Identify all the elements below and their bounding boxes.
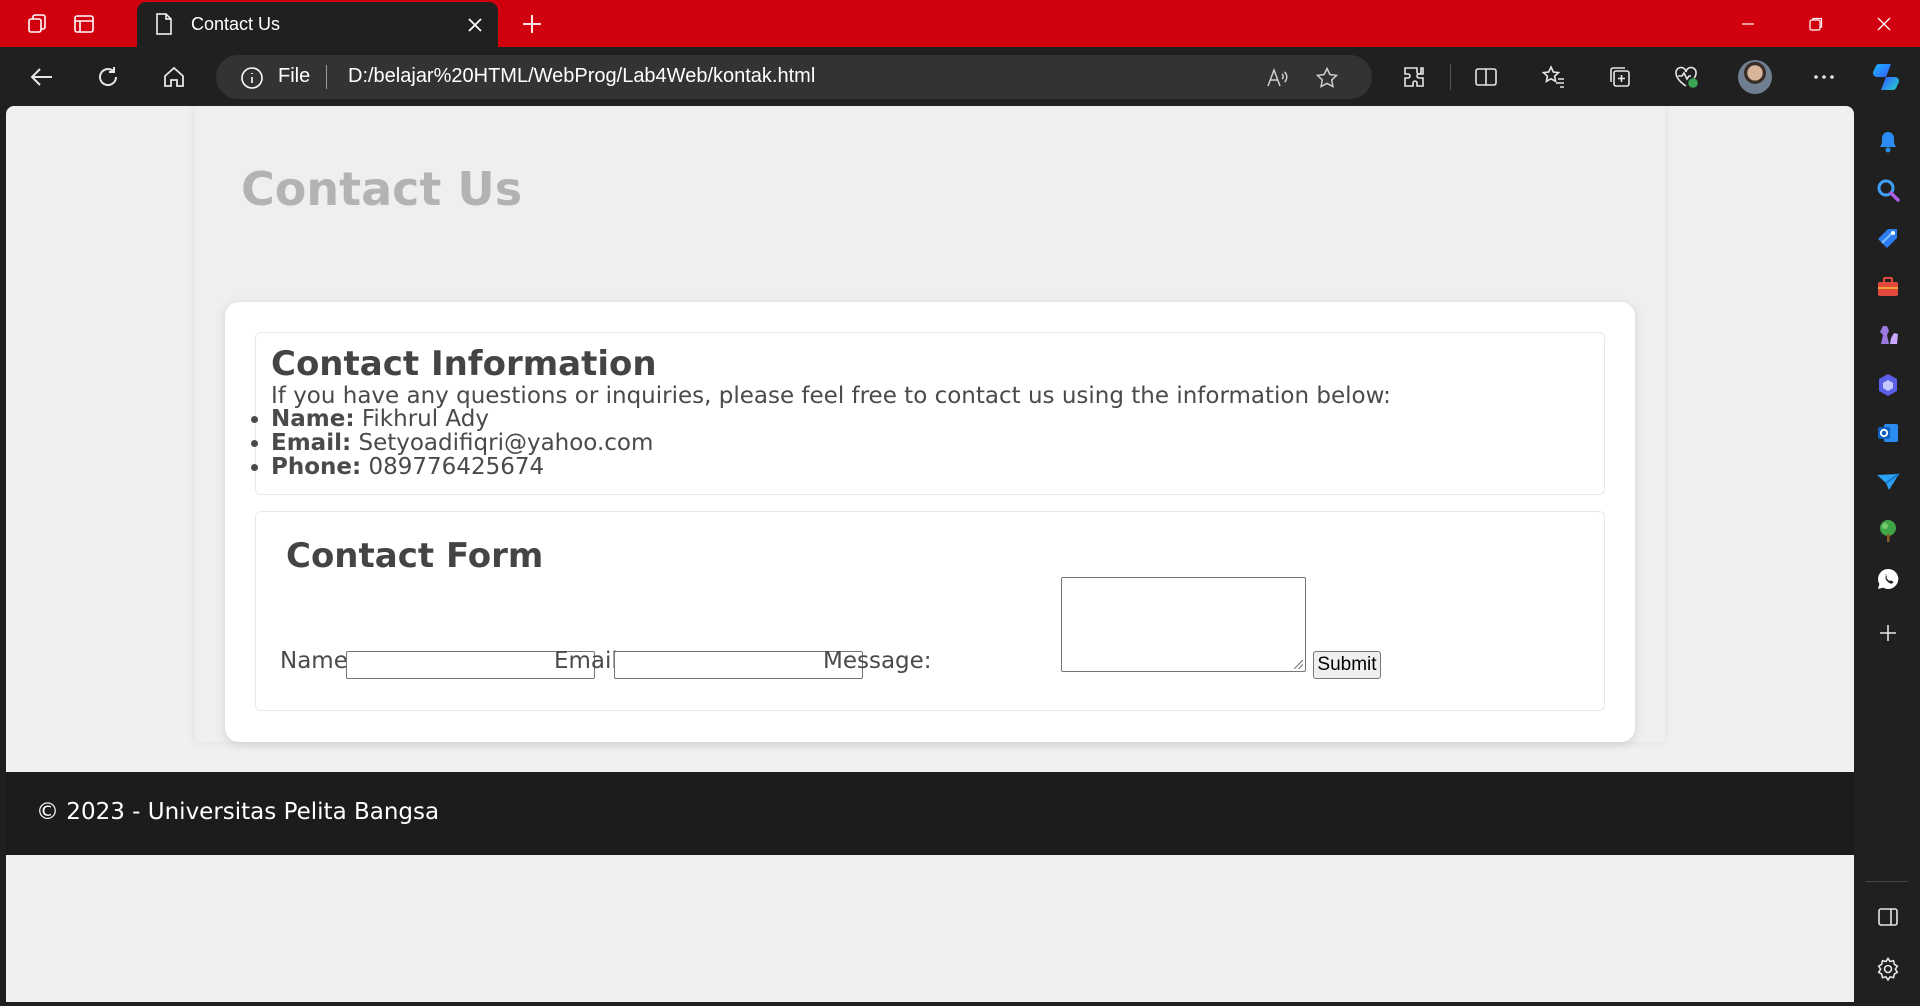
page-blank-area <box>6 855 1854 1002</box>
submit-button[interactable]: Submit <box>1313 651 1381 679</box>
collections-icon[interactable] <box>1602 59 1638 95</box>
phone-value: 089776425674 <box>368 454 545 480</box>
content-card: Contact Information If you have any ques… <box>225 302 1635 742</box>
minimize-button[interactable] <box>1714 0 1782 47</box>
name-value: Fikhrul Ady <box>361 406 489 432</box>
games-icon[interactable] <box>1873 320 1903 350</box>
page-title: Contact Us <box>241 162 523 216</box>
page-container: Contact Us Contact Information If you ha… <box>195 106 1665 742</box>
email-label: Email: <box>271 430 352 456</box>
address-bar[interactable]: File D:/belajar%20HTML/WebProg/Lab4Web/k… <box>216 55 1372 99</box>
scheme-label: File <box>278 65 311 87</box>
tree-icon[interactable] <box>1873 516 1903 546</box>
form-name-label: Name: <box>280 648 356 674</box>
workspaces-icon[interactable] <box>22 8 54 40</box>
sidebar-separator <box>1866 881 1908 882</box>
url-text[interactable]: D:/belajar%20HTML/WebProg/Lab4Web/kontak… <box>348 65 815 88</box>
contact-information-heading: Contact Information <box>271 344 657 384</box>
page-icon <box>156 13 172 35</box>
copilot-app-icon[interactable] <box>1873 370 1903 400</box>
home-button[interactable] <box>156 59 192 95</box>
favorites-icon[interactable] <box>1536 59 1572 95</box>
new-tab-icon[interactable] <box>516 8 548 40</box>
send-icon[interactable] <box>1873 467 1903 497</box>
read-aloud-icon[interactable] <box>1262 63 1292 93</box>
email-value: Setyoadifiqri@yahoo.com <box>358 430 654 456</box>
address-separator <box>326 65 327 89</box>
add-icon[interactable] <box>1873 618 1903 648</box>
contact-form-section: Contact Form Name: Email: Message: Submi… <box>255 511 1605 711</box>
phone-label: Phone: <box>271 454 362 480</box>
refresh-button[interactable] <box>90 59 126 95</box>
contact-details-list: Name: Fikhrul Ady Email: Setyoadifiqri@y… <box>271 407 653 479</box>
message-textarea[interactable] <box>1061 577 1306 672</box>
back-button[interactable] <box>24 59 60 95</box>
whatsapp-icon[interactable] <box>1873 564 1903 594</box>
close-window-button[interactable] <box>1850 0 1918 47</box>
resize-grip-icon[interactable] <box>1294 660 1303 669</box>
form-message-label: Message: <box>823 648 932 674</box>
profile-avatar[interactable] <box>1738 60 1772 94</box>
favorite-star-icon[interactable] <box>1312 63 1342 93</box>
list-item: Email: Setyoadifiqri@yahoo.com <box>271 431 653 455</box>
page-viewport: Contact Us Contact Information If you ha… <box>6 106 1854 1002</box>
list-item: Name: Fikhrul Ady <box>271 407 653 431</box>
active-tab[interactable]: Contact Us <box>137 2 498 47</box>
contact-information-section: Contact Information If you have any ques… <box>255 332 1605 495</box>
browser-title-bar: Contact Us <box>0 0 1920 47</box>
more-options-icon[interactable] <box>1806 59 1842 95</box>
list-item: Phone: 089776425674 <box>271 455 653 479</box>
bell-icon[interactable] <box>1873 127 1903 157</box>
edge-sidebar <box>1854 106 1920 1006</box>
outlook-icon[interactable] <box>1873 418 1903 448</box>
browser-toolbar: File D:/belajar%20HTML/WebProg/Lab4Web/k… <box>0 47 1920 106</box>
info-icon[interactable] <box>240 66 264 90</box>
tab-actions-icon[interactable] <box>68 8 100 40</box>
close-tab-icon[interactable] <box>464 14 486 36</box>
browser-essentials-icon[interactable] <box>1668 59 1704 95</box>
settings-icon[interactable] <box>1873 954 1903 984</box>
sidebar-toggle-icon[interactable] <box>1873 902 1903 932</box>
search-icon[interactable] <box>1873 175 1903 205</box>
toolbar-separator <box>1450 64 1451 90</box>
restore-button[interactable] <box>1782 0 1850 47</box>
tab-title: Contact Us <box>191 14 281 34</box>
split-screen-icon[interactable] <box>1468 59 1504 95</box>
footer-copyright: © 2023 - Universitas Pelita Bangsa <box>36 799 440 825</box>
toolbox-icon[interactable] <box>1873 272 1903 302</box>
copilot-icon[interactable] <box>1868 59 1904 95</box>
name-label: Name: <box>271 406 355 432</box>
extensions-icon[interactable] <box>1396 59 1432 95</box>
tag-icon[interactable] <box>1873 224 1903 254</box>
page-footer: © 2023 - Universitas Pelita Bangsa <box>6 772 1854 855</box>
contact-form-heading: Contact Form <box>286 536 544 576</box>
